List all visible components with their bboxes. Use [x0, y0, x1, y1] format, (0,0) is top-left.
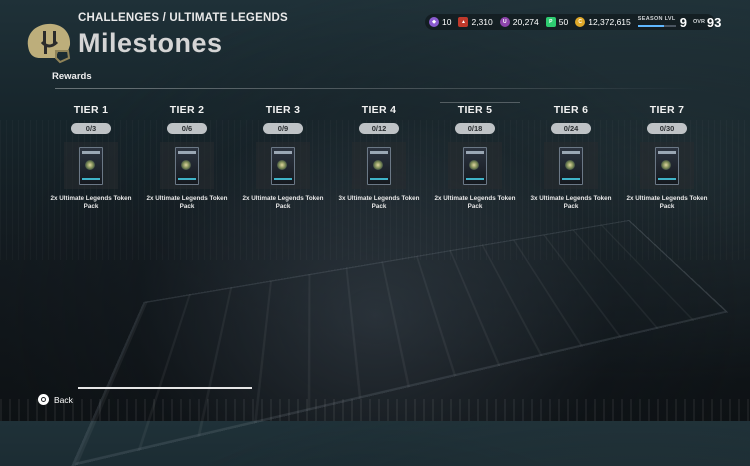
ovr-value: 93: [706, 14, 722, 30]
reward-text: 2x Ultimate Legends Token Pack: [626, 195, 708, 210]
tier-card[interactable]: TIER 5 0/18 2x Ultimate Legends Token Pa…: [434, 104, 516, 211]
reward-text: 2x Ultimate Legends Token Pack: [50, 195, 132, 210]
tier-card[interactable]: TIER 6 0/24 3x Ultimate Legends Token Pa…: [530, 104, 612, 211]
reward-text: 2x Ultimate Legends Token Pack: [434, 195, 516, 210]
tier-progress-pill: 0/24: [551, 123, 591, 134]
tier-title: TIER 1: [73, 104, 109, 116]
tier-card[interactable]: TIER 1 0/3 2x Ultimate Legends Token Pac…: [50, 104, 132, 211]
reward-text: 2x Ultimate Legends Token Pack: [146, 195, 228, 210]
helmet-logo-icon: [27, 23, 71, 64]
currency-item: U 20,274: [499, 17, 539, 27]
reward-pack-tile[interactable]: [256, 142, 310, 189]
scroll-indicator[interactable]: [78, 387, 252, 389]
page-title: Milestones: [78, 28, 223, 58]
tier-title: TIER 2: [169, 104, 205, 116]
milestone-tiers: TIER 1 0/3 2x Ultimate Legends Token Pac…: [0, 104, 750, 234]
reward-pack-tile[interactable]: [448, 142, 502, 189]
season-progress-bar: [637, 24, 676, 27]
tier-card[interactable]: TIER 7 0/30 2x Ultimate Legends Token Pa…: [626, 104, 708, 211]
tier-card[interactable]: TIER 2 0/6 2x Ultimate Legends Token Pac…: [146, 104, 228, 211]
season-label: SEASON LVL: [637, 16, 676, 23]
reward-text: 3x Ultimate Legends Token Pack: [530, 195, 612, 210]
currency-value: 50: [558, 17, 569, 27]
currency-item: C 12,372,615: [575, 17, 631, 27]
tier-title: TIER 4: [361, 104, 397, 116]
currency-value: 2,310: [471, 17, 493, 27]
token-pack-icon: [655, 146, 679, 185]
reward-pack-tile[interactable]: [544, 142, 598, 189]
tier-card[interactable]: TIER 3 0/9 2x Ultimate Legends Token Pac…: [242, 104, 324, 211]
reward-text: 3x Ultimate Legends Token Pack: [338, 195, 420, 210]
tier-title: TIER 3: [265, 104, 301, 116]
reward-pack-tile[interactable]: [160, 142, 214, 189]
currency-item: ◆ 10: [429, 17, 451, 27]
tier-progress-pill: 0/18: [455, 123, 495, 134]
token-pack-icon: [175, 146, 199, 185]
coins-icon: C: [575, 17, 586, 27]
token-pack-icon: [463, 146, 487, 185]
season-progress-fill: [637, 24, 665, 27]
tier-card[interactable]: TIER 4 0/12 3x Ultimate Legends Token Pa…: [338, 104, 420, 211]
glitch-overlay: [0, 399, 750, 421]
reward-text: 2x Ultimate Legends Token Pack: [242, 195, 324, 210]
tier-progress-pill: 0/12: [359, 123, 399, 134]
tier-title: TIER 6: [553, 104, 589, 116]
season-level-value: 9: [679, 14, 687, 30]
reward-pack-tile[interactable]: [640, 142, 694, 189]
reward-pack-tile[interactable]: [352, 142, 406, 189]
breadcrumb: CHALLENGES / ULTIMATE LEGENDS: [78, 12, 288, 24]
tier-progress-pill: 0/3: [71, 123, 111, 134]
currency-value: 12,372,615: [588, 17, 631, 27]
token-pack-icon: [367, 146, 391, 185]
section-divider-accent: [440, 102, 520, 103]
tier-title: TIER 5: [457, 104, 493, 116]
currency-value: 20,274: [512, 17, 539, 27]
ovr-label: OVR: [693, 19, 705, 25]
tier-title: TIER 7: [649, 104, 685, 116]
tier-progress-pill: 0/9: [263, 123, 303, 134]
currency-hud: ◆ 10 ▲ 2,310 U 20,274 P 50 C 12,372,615 …: [425, 14, 721, 30]
tier-progress-pill: 0/30: [647, 123, 687, 134]
purple-token-icon: ◆: [429, 17, 439, 27]
token-pack-icon: [559, 146, 583, 185]
currency-item: P 50: [545, 17, 569, 27]
season-level: SEASON LVL 9: [637, 14, 693, 30]
token-pack-icon: [79, 146, 103, 185]
section-divider: [55, 88, 695, 89]
currency-value: 10: [442, 17, 452, 27]
ut-token-icon: U: [499, 17, 510, 27]
tier-progress-pill: 0/6: [167, 123, 207, 134]
rewards-section-label: Rewards: [52, 71, 92, 82]
red-token-icon: ▲: [458, 17, 469, 27]
currency-item: ▲ 2,310: [458, 17, 493, 27]
green-token-icon: P: [545, 17, 556, 27]
token-pack-icon: [271, 146, 295, 185]
reward-pack-tile[interactable]: [64, 142, 118, 189]
